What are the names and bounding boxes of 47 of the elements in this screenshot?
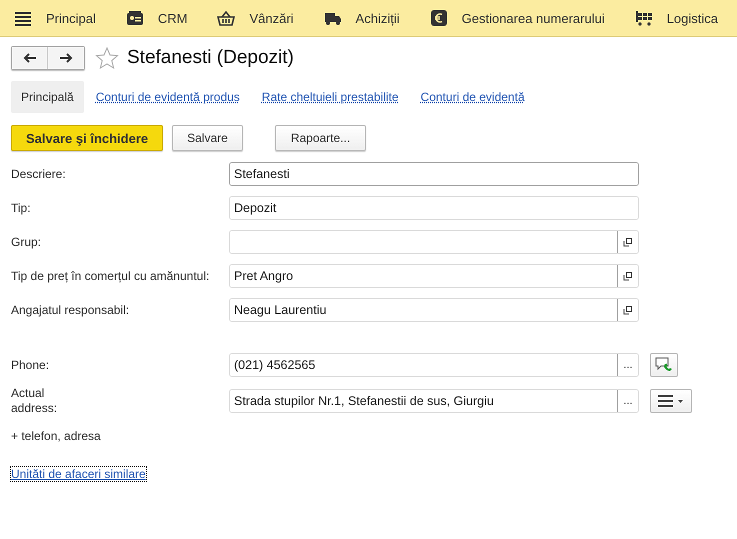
add-contact-link[interactable]: + telefon, adresa: [11, 429, 101, 443]
input-field[interactable]: Depozit: [229, 196, 639, 220]
section-menu-item[interactable]: Principal: [14, 10, 96, 26]
select-button[interactable]: ...: [617, 354, 638, 376]
section-icon: [430, 10, 448, 26]
back-button[interactable]: [12, 47, 48, 69]
right-arrow-icon: [59, 53, 73, 63]
tab[interactable]: Conturi de evidentă: [410, 81, 535, 113]
tab[interactable]: Conturi de evidentă produs: [86, 81, 250, 113]
section-menu-item[interactable]: Vânzări: [217, 10, 294, 26]
section-menu-item[interactable]: Logistica: [634, 10, 718, 26]
field-label: Grup:: [11, 235, 42, 249]
field-label: Angajatul responsabil:: [11, 303, 130, 317]
menu-dropdown-icon: [658, 395, 684, 407]
input-field[interactable]: (021) 4562565 ...: [229, 353, 639, 377]
section-icon: [217, 10, 236, 26]
input-field[interactable]: [229, 230, 639, 254]
input-field[interactable]: Stefanesti: [229, 162, 639, 186]
section-icon: [14, 10, 32, 26]
star-icon[interactable]: [95, 46, 119, 70]
field-label: Actual address:: [11, 386, 58, 416]
section-icon: [126, 10, 144, 26]
section-icon: [634, 10, 653, 26]
section-icon: [324, 10, 342, 26]
related-link[interactable]: Unităti de afaceri similare: [11, 467, 146, 481]
input-field[interactable]: Pret Angro: [229, 264, 639, 288]
input-field[interactable]: Neagu Laurentiu: [229, 298, 639, 322]
select-button[interactable]: ...: [617, 390, 638, 412]
section-menu-item[interactable]: Gestionarea numerarului: [430, 10, 605, 26]
left-arrow-icon: [22, 53, 36, 63]
field-label: Tip de preț în comerțul cu amănuntul:: [11, 269, 210, 283]
call-button[interactable]: [650, 353, 678, 377]
forward-button[interactable]: [48, 47, 84, 69]
field-label: Descriere:: [11, 167, 67, 181]
tab[interactable]: Rate cheltuieli prestabilite: [252, 81, 409, 113]
section-menu-item[interactable]: CRM: [126, 10, 188, 26]
toolbar-button[interactable]: Rapoarte...: [274, 125, 366, 151]
page-title: Stefanesti (Depozit): [127, 47, 294, 69]
field-label: Tip:: [11, 201, 32, 215]
input-field[interactable]: Strada stupilor Nr.1, Stefanestii de sus, Giurgiu ...: [229, 389, 639, 413]
save-close-button[interactable]: Salvare şi închidere: [11, 125, 164, 151]
section-menu-item[interactable]: Achiziții: [324, 10, 400, 26]
phone-bubble-icon: [654, 356, 674, 374]
menu-button[interactable]: [650, 389, 692, 413]
toolbar-button[interactable]: Salvare: [172, 125, 243, 151]
tab[interactable]: Principală: [11, 81, 84, 113]
field-label: Phone:: [11, 358, 50, 372]
